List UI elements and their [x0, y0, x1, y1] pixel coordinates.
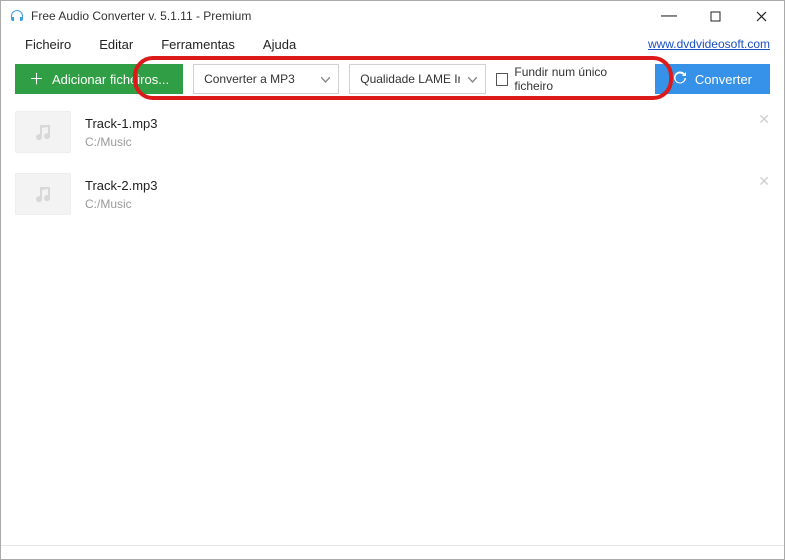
- status-bar: [1, 545, 784, 559]
- track-path: C:/Music: [85, 197, 157, 211]
- close-button[interactable]: [738, 1, 784, 31]
- track-path: C:/Music: [85, 135, 157, 149]
- track-name: Track-1.mp3: [85, 116, 157, 131]
- merge-checkbox[interactable]: Fundir num único ficheiro: [496, 65, 645, 93]
- convert-label: Converter: [695, 72, 752, 87]
- merge-label: Fundir num único ficheiro: [514, 65, 645, 93]
- minimize-button[interactable]: —: [646, 1, 692, 31]
- quality-dropdown[interactable]: Qualidade LAME Insane: [349, 64, 485, 94]
- title-bar: Free Audio Converter v. 5.1.11 - Premium…: [1, 1, 784, 31]
- format-dropdown[interactable]: Converter a MP3: [193, 64, 339, 94]
- audio-file-icon: [15, 173, 71, 215]
- format-value: Converter a MP3: [204, 72, 295, 86]
- remove-item-button[interactable]: ✕: [758, 111, 770, 128]
- menu-file[interactable]: Ficheiro: [11, 33, 85, 56]
- menu-help[interactable]: Ajuda: [249, 33, 310, 56]
- quality-value: Qualidade LAME Insane: [360, 72, 459, 86]
- refresh-icon: [673, 71, 687, 88]
- window-title: Free Audio Converter v. 5.1.11 - Premium: [31, 9, 251, 23]
- menu-edit[interactable]: Editar: [85, 33, 147, 56]
- maximize-button[interactable]: [692, 1, 738, 31]
- plus-icon: ＋: [29, 72, 44, 87]
- remove-item-button[interactable]: ✕: [758, 173, 770, 190]
- audio-file-icon: [15, 111, 71, 153]
- menu-tools[interactable]: Ferramentas: [147, 33, 249, 56]
- convert-button[interactable]: Converter: [655, 64, 770, 94]
- toolbar: ＋ Adicionar ficheiros... Converter a MP3…: [1, 57, 784, 101]
- add-files-label: Adicionar ficheiros...: [52, 72, 169, 87]
- checkbox-icon: [496, 73, 509, 86]
- chevron-down-icon: [468, 72, 477, 86]
- chevron-down-icon: [321, 72, 330, 86]
- website-link[interactable]: www.dvdvideosoft.com: [648, 37, 770, 51]
- menu-bar: Ficheiro Editar Ferramentas Ajuda www.dv…: [1, 31, 784, 57]
- track-list: Track-1.mp3 C:/Music ✕ Track-2.mp3 C:/Mu…: [1, 101, 784, 225]
- track-name: Track-2.mp3: [85, 178, 157, 193]
- list-item[interactable]: Track-1.mp3 C:/Music ✕: [1, 101, 784, 163]
- headphones-icon: [9, 8, 25, 24]
- list-item[interactable]: Track-2.mp3 C:/Music ✕: [1, 163, 784, 225]
- add-files-button[interactable]: ＋ Adicionar ficheiros...: [15, 64, 183, 94]
